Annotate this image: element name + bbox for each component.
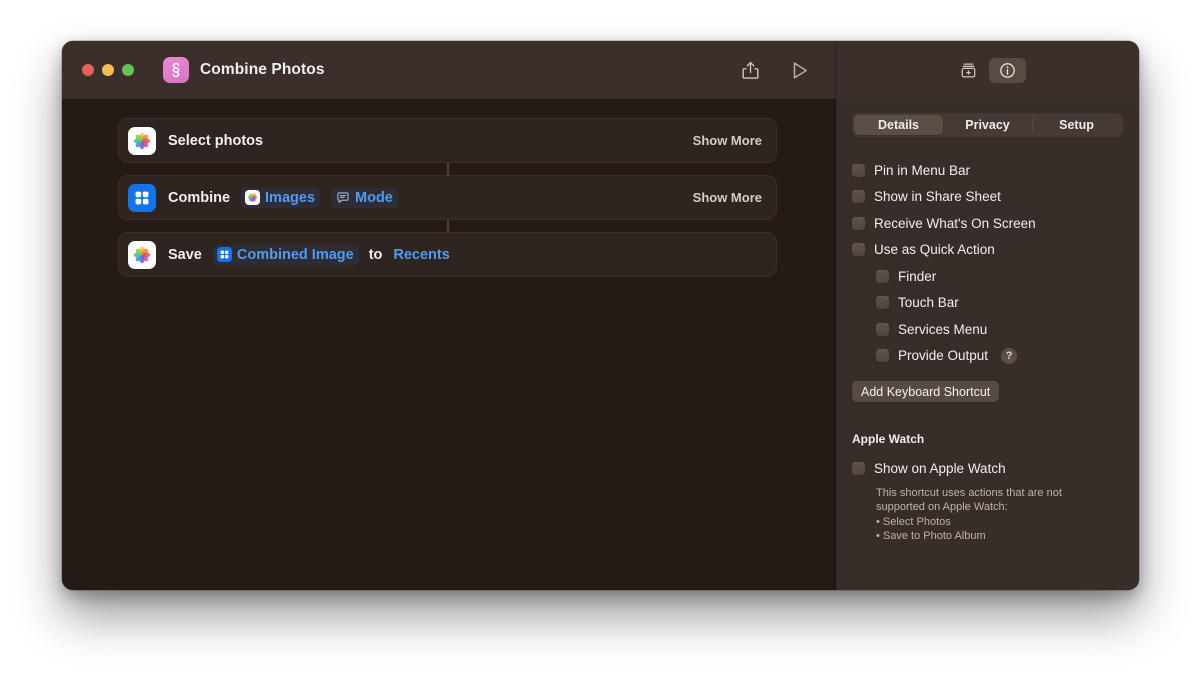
option-pin-in-menu-bar[interactable]: Pin in Menu Bar xyxy=(852,157,1123,184)
close-button[interactable] xyxy=(82,64,94,76)
action-conjunction: to xyxy=(369,247,383,263)
details-sidebar: Details Privacy Setup Pin in Menu Bar Sh… xyxy=(836,99,1139,590)
note-item: • Save to Photo Album xyxy=(876,529,1123,544)
apple-watch-header: Apple Watch xyxy=(852,432,1123,446)
checkbox[interactable] xyxy=(876,270,889,283)
tab-label: Details xyxy=(878,118,919,132)
shortcuts-icon xyxy=(163,57,189,83)
share-icon[interactable] xyxy=(737,57,763,83)
param-label: Combined Image xyxy=(237,247,354,263)
param-label: Recents xyxy=(393,247,449,263)
checkbox[interactable] xyxy=(852,462,865,475)
param-label: Mode xyxy=(355,190,393,206)
photos-icon xyxy=(128,127,156,155)
param-mode[interactable]: Mode xyxy=(331,188,398,208)
checkbox[interactable] xyxy=(852,243,865,256)
photos-icon xyxy=(128,241,156,269)
param-images[interactable]: Images xyxy=(241,188,320,208)
photos-icon xyxy=(245,190,260,205)
checkbox[interactable] xyxy=(876,349,889,362)
desktop-background: Combine Photos xyxy=(0,0,1200,673)
option-label: Provide Output xyxy=(898,348,988,363)
option-finder[interactable]: Finder xyxy=(852,263,1123,290)
window-body: Select photos Show More Combine xyxy=(62,99,1139,590)
minimize-button[interactable] xyxy=(102,64,114,76)
note-line: supported on Apple Watch: xyxy=(876,500,1123,515)
tab-setup[interactable]: Setup xyxy=(1032,115,1121,135)
param-label: Images xyxy=(265,190,315,206)
tab-details[interactable]: Details xyxy=(854,115,943,135)
checkbox[interactable] xyxy=(852,164,865,177)
titlebar-actions xyxy=(737,57,835,83)
option-use-as-quick-action[interactable]: Use as Quick Action xyxy=(852,237,1123,264)
option-label: Finder xyxy=(898,269,936,284)
action-row-select-photos[interactable]: Select photos Show More xyxy=(118,118,777,163)
checkbox[interactable] xyxy=(876,323,889,336)
note-item: • Select Photos xyxy=(876,515,1123,530)
grid-icon xyxy=(217,247,232,262)
titlebar-left-section: Combine Photos xyxy=(62,41,836,99)
action-row-combine[interactable]: Combine xyxy=(118,175,777,220)
action-label: Select photos xyxy=(168,133,263,149)
action-row-save[interactable]: Save Combined Image to xyxy=(118,232,777,277)
note-line: This shortcut uses actions that are not xyxy=(876,486,1123,501)
option-label: Pin in Menu Bar xyxy=(874,163,970,178)
show-more-button[interactable]: Show More xyxy=(693,190,762,205)
run-icon[interactable] xyxy=(787,57,813,83)
option-label: Receive What's On Screen xyxy=(874,216,1036,231)
option-provide-output[interactable]: Provide Output ? xyxy=(852,343,1123,370)
grid-icon xyxy=(128,184,156,212)
action-connector xyxy=(447,220,449,232)
tab-label: Privacy xyxy=(965,118,1009,132)
option-touch-bar[interactable]: Touch Bar xyxy=(852,290,1123,317)
show-more-button[interactable]: Show More xyxy=(693,133,762,148)
option-label: Touch Bar xyxy=(898,295,959,310)
option-label: Show in Share Sheet xyxy=(874,189,1001,204)
action-label: Combine xyxy=(168,190,230,206)
param-recents[interactable]: Recents xyxy=(393,245,454,265)
option-label: Use as Quick Action xyxy=(874,242,995,257)
titlebar-right-section xyxy=(836,41,1139,99)
option-receive-whats-on-screen[interactable]: Receive What's On Screen xyxy=(852,210,1123,237)
action-connector xyxy=(447,163,449,175)
maximize-button[interactable] xyxy=(122,64,134,76)
help-icon[interactable]: ? xyxy=(1001,348,1017,364)
checkbox[interactable] xyxy=(852,217,865,230)
sidebar-tab-bar: Details Privacy Setup xyxy=(852,113,1123,137)
speech-bubble-icon xyxy=(335,190,350,205)
checkbox[interactable] xyxy=(876,296,889,309)
window-titlebar: Combine Photos xyxy=(62,41,1139,99)
action-label: Save xyxy=(168,247,202,263)
shortcuts-window: Combine Photos xyxy=(62,41,1139,590)
option-services-menu[interactable]: Services Menu xyxy=(852,316,1123,343)
add-keyboard-shortcut-button[interactable]: Add Keyboard Shortcut xyxy=(852,381,999,402)
workflow-canvas[interactable]: Select photos Show More Combine xyxy=(62,99,836,590)
option-show-on-apple-watch[interactable]: Show on Apple Watch xyxy=(852,455,1123,482)
tab-label: Setup xyxy=(1059,118,1094,132)
sidebar-toggle-group xyxy=(950,58,1026,83)
checkbox[interactable] xyxy=(852,190,865,203)
add-action-icon[interactable] xyxy=(950,58,987,83)
info-icon[interactable] xyxy=(989,58,1026,83)
tab-privacy[interactable]: Privacy xyxy=(943,115,1032,135)
traffic-lights xyxy=(82,64,134,76)
option-label: Services Menu xyxy=(898,322,987,337)
apple-watch-note: This shortcut uses actions that are not … xyxy=(852,486,1123,544)
window-title: Combine Photos xyxy=(200,61,325,79)
option-show-in-share-sheet[interactable]: Show in Share Sheet xyxy=(852,184,1123,211)
param-combined-image[interactable]: Combined Image xyxy=(213,245,359,265)
option-label: Show on Apple Watch xyxy=(874,461,1006,476)
